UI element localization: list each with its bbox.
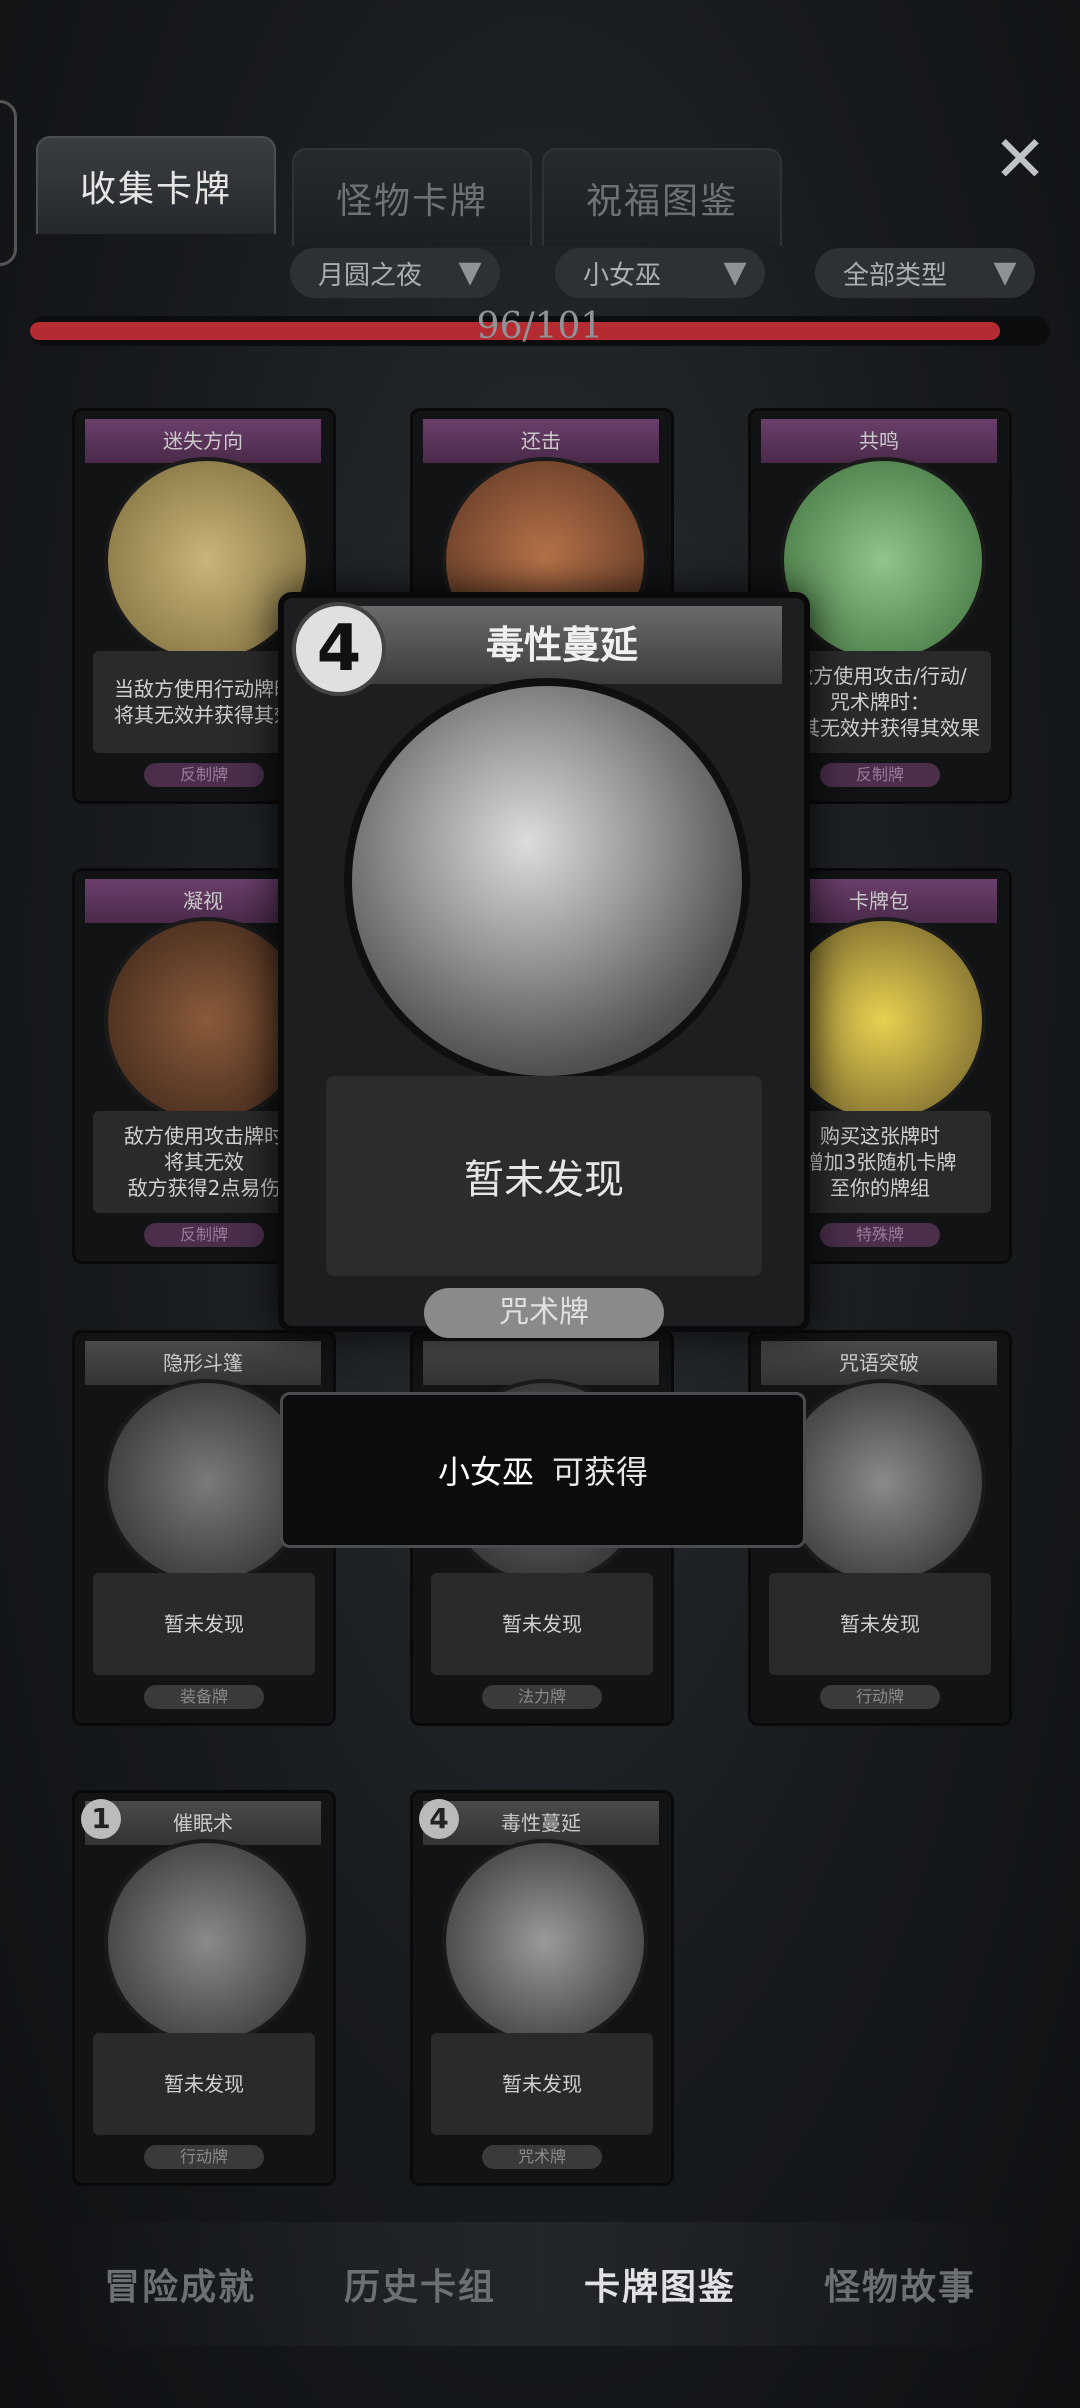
filter-label: 月圆之夜	[318, 260, 423, 291]
card-type-badge: 特殊牌	[820, 1223, 940, 1247]
card-cost: 4	[419, 1799, 459, 1839]
nav-achievements[interactable]: 冒险成就	[104, 2258, 256, 2310]
card-toxic-spread[interactable]: 毒性蔓延 4 暂未发现 咒术牌	[410, 1790, 674, 2186]
card-cost: 1	[81, 1799, 121, 1839]
chevron-down-icon: ▼	[458, 255, 482, 290]
popup-card-cost: 4	[292, 602, 386, 696]
popup-card-desc: 暂未发现	[326, 1076, 762, 1276]
card-type-badge: 反制牌	[820, 763, 940, 787]
tab-monster-cards[interactable]: 怪物卡牌	[292, 148, 532, 246]
obtain-info-box: 小女巫 可获得	[280, 1392, 806, 1548]
card-art	[442, 1839, 648, 2045]
tab-label: 祝福图鉴	[585, 181, 738, 222]
card-desc: 暂未发现	[93, 2033, 315, 2135]
nav-history-decks[interactable]: 历史卡组	[344, 2258, 496, 2310]
tab-label: 收集卡牌	[79, 169, 232, 210]
tab-collect-cards[interactable]: 收集卡牌	[36, 136, 276, 234]
progress-text: 96/101	[476, 306, 604, 347]
filter-label: 全部类型	[843, 260, 948, 291]
filter-label: 小女巫	[583, 260, 662, 291]
card-desc: 暂未发现	[769, 1573, 991, 1675]
card-art	[104, 1839, 310, 2045]
filter-night[interactable]: 月圆之夜 ▼	[290, 248, 500, 298]
card-art	[780, 1379, 986, 1585]
filter-character[interactable]: 小女巫 ▼	[555, 248, 765, 298]
bottom-nav: 冒险成就 历史卡组 卡牌图鉴 怪物故事	[60, 2222, 1020, 2346]
obtain-character: 小女巫	[437, 1453, 534, 1491]
popup-card-art	[344, 678, 750, 1084]
card-hypnosis[interactable]: 催眠术 1 暂未发现 行动牌	[72, 1790, 336, 2186]
card-type-badge: 行动牌	[144, 2145, 264, 2169]
card-desc: 暂未发现	[431, 2033, 653, 2135]
left-panel-edge	[0, 100, 17, 266]
card-type-badge: 装备牌	[144, 1685, 264, 1709]
tab-blessing-guide[interactable]: 祝福图鉴	[542, 148, 782, 246]
close-icon[interactable]: ✕	[985, 125, 1055, 195]
tab-label: 怪物卡牌	[335, 181, 488, 222]
card-art	[780, 917, 986, 1123]
card-type-badge: 法力牌	[482, 1685, 602, 1709]
popup-card-title: 毒性蔓延	[342, 606, 782, 684]
nav-monster-stories[interactable]: 怪物故事	[824, 2258, 976, 2310]
filter-type[interactable]: 全部类型 ▼	[815, 248, 1035, 298]
card-desc: 暂未发现	[93, 1573, 315, 1675]
popup-card-type: 咒术牌	[424, 1288, 664, 1338]
chevron-down-icon: ▼	[723, 255, 747, 290]
card-desc: 暂未发现	[431, 1573, 653, 1675]
card-type-badge: 咒术牌	[482, 2145, 602, 2169]
nav-card-guide[interactable]: 卡牌图鉴	[584, 2258, 736, 2310]
card-type-badge: 行动牌	[820, 1685, 940, 1709]
chevron-down-icon: ▼	[993, 255, 1017, 290]
card-type-badge: 反制牌	[144, 763, 264, 787]
card-detail-popup[interactable]: 毒性蔓延 4 暂未发现 咒术牌	[278, 592, 810, 1338]
obtain-text: 可获得	[552, 1453, 649, 1491]
card-type-badge: 反制牌	[144, 1223, 264, 1247]
card-art	[780, 457, 986, 663]
